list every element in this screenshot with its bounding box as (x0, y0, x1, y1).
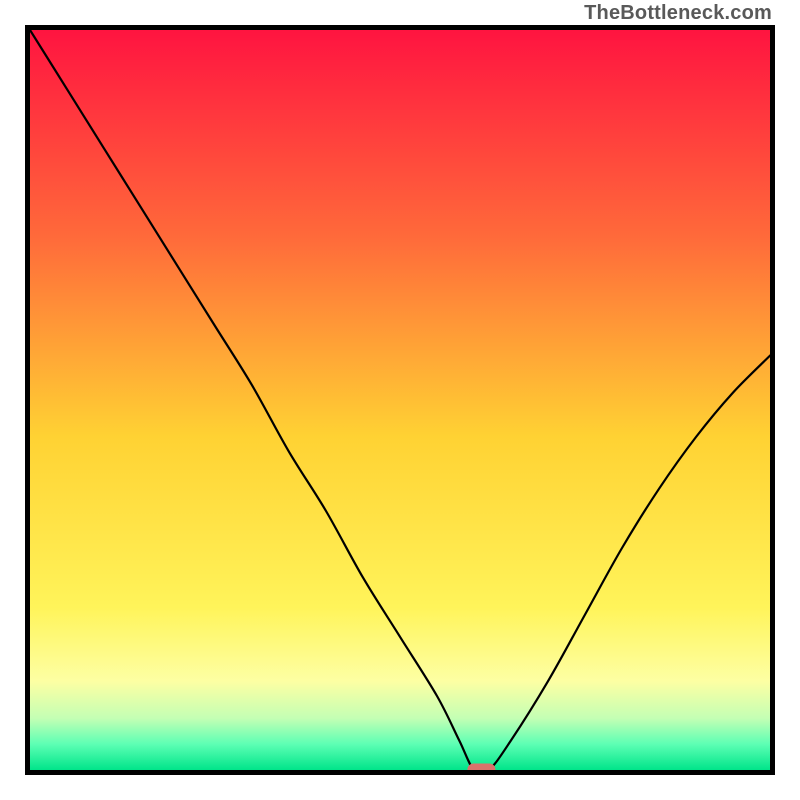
attribution-text: TheBottleneck.com (584, 2, 772, 25)
optimal-marker (467, 764, 495, 771)
chart-svg (30, 30, 770, 770)
gradient-background (30, 30, 770, 770)
plot-area (25, 25, 775, 775)
chart-frame: TheBottleneck.com (0, 0, 800, 800)
